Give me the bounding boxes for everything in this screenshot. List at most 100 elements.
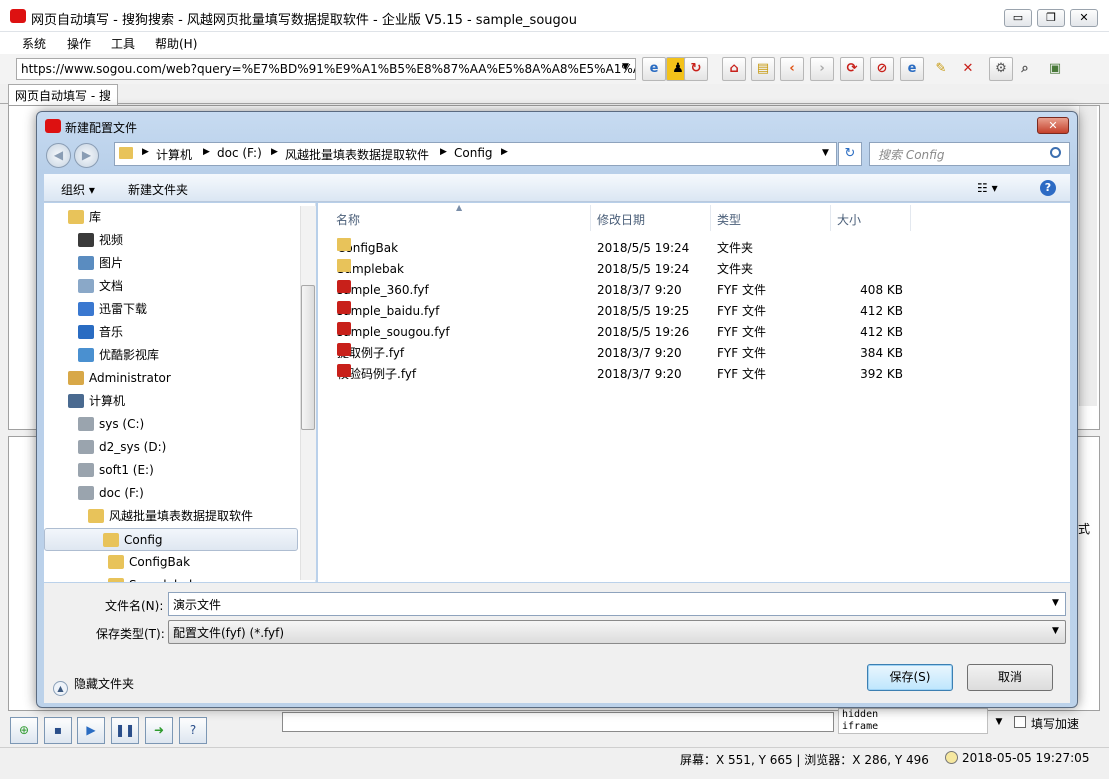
help-small-icon[interactable]: ? bbox=[179, 717, 207, 744]
column-size[interactable]: 大小 bbox=[837, 211, 861, 228]
nav-item-label: 库 bbox=[89, 210, 102, 224]
column-type[interactable]: 类型 bbox=[717, 211, 741, 228]
pause-icon[interactable]: ❚❚ bbox=[111, 717, 139, 744]
nav-item[interactable]: 优酷影视库 bbox=[78, 344, 334, 367]
column-name[interactable]: 名称 bbox=[336, 211, 360, 228]
file-date: 2018/5/5 19:24 bbox=[597, 241, 690, 255]
fyf-file-icon bbox=[337, 364, 351, 377]
filename-dropdown-icon[interactable]: ▼ bbox=[1052, 598, 1059, 608]
nav-item-label: soft1 (E:) bbox=[99, 463, 154, 477]
folder-icon bbox=[108, 578, 124, 582]
file-name: Samplebak bbox=[337, 259, 404, 280]
drive-icon bbox=[78, 440, 94, 454]
nav-item-label: sys (C:) bbox=[99, 417, 145, 431]
export-icon[interactable]: ➜ bbox=[145, 717, 173, 744]
nav-item[interactable]: 迅雷下载 bbox=[78, 298, 334, 321]
nav-item[interactable]: 视频 bbox=[78, 229, 334, 252]
nav-item[interactable]: 计算机 bbox=[68, 390, 324, 413]
status-datetime: 2018-05-05 19:27:05 bbox=[945, 751, 1089, 765]
nav-item[interactable]: 库 bbox=[68, 206, 324, 229]
nav-item[interactable]: 音乐 bbox=[78, 321, 334, 344]
file-row[interactable]: sample_sougou.fyf 2018/5/5 19:26 FYF 文件 412… bbox=[330, 322, 930, 343]
file-row[interactable]: Samplebak 2018/5/5 19:24 文件夹 bbox=[330, 259, 930, 280]
nav-item-label: d2_sys (D:) bbox=[99, 440, 167, 454]
file-type: FYF 文件 bbox=[717, 367, 766, 381]
video-icon bbox=[78, 233, 94, 247]
sort-arrow-icon: ▲ bbox=[456, 203, 463, 212]
accel-checkbox[interactable] bbox=[1014, 716, 1026, 728]
file-row[interactable]: sample_360.fyf 2018/3/7 9:20 FYF 文件 408 KB bbox=[330, 280, 930, 301]
nav-item[interactable]: Config bbox=[44, 528, 298, 551]
nav-item[interactable]: soft1 (E:) bbox=[78, 459, 334, 482]
file-name: sample_360.fyf bbox=[337, 280, 429, 301]
file-date: 2018/5/5 19:24 bbox=[597, 262, 690, 276]
save-icon[interactable]: ▪ bbox=[44, 717, 72, 744]
file-name: 校验码例子.fyf bbox=[337, 364, 416, 385]
nav-item-label: 音乐 bbox=[99, 325, 124, 339]
music-icon bbox=[78, 325, 94, 339]
cancel-button[interactable]: 取消 bbox=[967, 664, 1053, 691]
play-icon[interactable]: ▶ bbox=[77, 717, 105, 744]
tag-item[interactable]: hidden bbox=[842, 709, 987, 721]
nav-item-label: Samplebak bbox=[129, 578, 196, 582]
file-type: FYF 文件 bbox=[717, 325, 766, 339]
fyf-file-icon bbox=[337, 301, 351, 314]
file-size: 412 KB bbox=[860, 325, 903, 339]
column-divider[interactable] bbox=[830, 205, 831, 231]
file-size: 384 KB bbox=[860, 346, 903, 360]
column-divider[interactable] bbox=[910, 205, 911, 231]
nav-item[interactable]: 文档 bbox=[78, 275, 334, 298]
filetype-select[interactable]: 配置文件(fyf) (*.fyf) bbox=[168, 620, 1066, 644]
status-coordinates: 屏幕：X 551, Y 665 | 浏览器：X 286, Y 496 bbox=[680, 753, 929, 767]
add-icon[interactable]: ⊕ bbox=[10, 717, 38, 744]
nav-item-label: doc (F:) bbox=[99, 486, 144, 500]
file-size: 392 KB bbox=[860, 367, 903, 381]
column-divider[interactable] bbox=[710, 205, 711, 231]
nav-item-label: 迅雷下载 bbox=[99, 302, 148, 316]
filename-label: 文件名(N): bbox=[105, 599, 164, 613]
nav-item[interactable]: Administrator bbox=[68, 367, 324, 390]
lower-input[interactable] bbox=[282, 712, 834, 732]
video-library-icon bbox=[78, 348, 94, 362]
file-name: 提取例子.fyf bbox=[337, 343, 404, 364]
filename-input[interactable]: 演示文件 bbox=[168, 592, 1066, 616]
user-folder-icon bbox=[68, 371, 84, 385]
nav-scrollbar-thumb[interactable] bbox=[301, 285, 315, 430]
file-row[interactable]: sample_baidu.fyf 2018/5/5 19:25 FYF 文件 412 … bbox=[330, 301, 930, 322]
nav-item-label: 计算机 bbox=[89, 394, 126, 408]
nav-item-label: Config bbox=[124, 533, 163, 547]
file-type: 文件夹 bbox=[717, 262, 754, 276]
file-row[interactable]: 提取例子.fyf 2018/3/7 9:20 FYF 文件 384 KB bbox=[330, 343, 930, 364]
tag-list[interactable]: hidden iframe bbox=[838, 708, 988, 734]
folder-icon bbox=[108, 555, 124, 569]
file-row[interactable]: 校验码例子.fyf 2018/3/7 9:20 FYF 文件 392 KB bbox=[330, 364, 930, 385]
fyf-file-icon bbox=[337, 343, 351, 356]
nav-item-label: 优酷影视库 bbox=[99, 348, 160, 362]
status-bar bbox=[0, 747, 1109, 779]
drive-icon bbox=[78, 417, 94, 431]
picture-icon bbox=[78, 256, 94, 270]
column-divider[interactable] bbox=[590, 205, 591, 231]
file-size: 412 KB bbox=[860, 304, 903, 318]
fyf-file-icon bbox=[337, 280, 351, 293]
nav-item[interactable]: doc (F:) bbox=[78, 482, 334, 505]
download-icon bbox=[78, 302, 94, 316]
save-button[interactable]: 保存(S) bbox=[867, 664, 953, 691]
tag-dropdown-icon[interactable]: ▼ bbox=[990, 712, 1008, 732]
nav-item-label: 视频 bbox=[99, 233, 124, 247]
nav-item[interactable]: 图片 bbox=[78, 252, 334, 275]
file-size: 408 KB bbox=[860, 283, 903, 297]
column-date[interactable]: 修改日期 bbox=[597, 211, 645, 228]
filetype-label: 保存类型(T): bbox=[96, 627, 165, 641]
file-row[interactable]: ConfigBak 2018/5/5 19:24 文件夹 bbox=[330, 238, 930, 259]
drive-icon bbox=[78, 486, 94, 500]
nav-item[interactable]: d2_sys (D:) bbox=[78, 436, 334, 459]
tag-item[interactable]: iframe bbox=[842, 721, 987, 733]
file-date: 2018/5/5 19:25 bbox=[597, 304, 690, 318]
nav-item-label: Administrator bbox=[89, 371, 171, 385]
file-date: 2018/5/5 19:26 bbox=[597, 325, 690, 339]
nav-item[interactable]: sys (C:) bbox=[78, 413, 334, 436]
filetype-dropdown-icon[interactable]: ▼ bbox=[1052, 626, 1059, 636]
file-name: sample_sougou.fyf bbox=[337, 322, 450, 343]
hide-folders-toggle[interactable]: ▲ 隐藏文件夹 bbox=[53, 675, 134, 696]
